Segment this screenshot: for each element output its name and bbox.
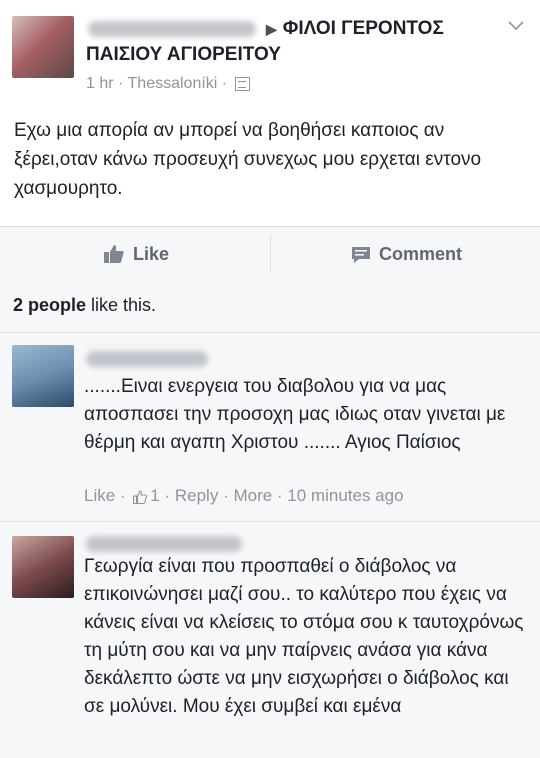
comment-like-count[interactable]: 1 (150, 486, 159, 506)
meta-separator: · (218, 486, 234, 505)
commenter-avatar[interactable] (12, 536, 74, 598)
likes-count[interactable]: 2 people (13, 295, 86, 315)
comment-button[interactable]: Comment (351, 227, 462, 281)
chevron-down-icon[interactable] (508, 18, 524, 36)
post-text: Εχω μια απορία αν μπορεί να βοηθήσει καπ… (14, 120, 482, 199)
group-name[interactable]: ΦΙΛΟΙ ΓΕΡΟΝΤΟΣ ΠΑΙΣΙΟΥ ΑΓΙΟΡΕΙΤΟΥ (86, 18, 444, 65)
post-location[interactable]: Thessaloníki (128, 75, 218, 92)
comment-text: Γεωργία είναι που προσπαθεί ο διάβολος ν… (84, 556, 524, 717)
commenter-name-blurred[interactable] (86, 536, 242, 552)
post-header: ▶ ΦΙΛΟΙ ΓΕΡΟΝΤΟΣ ΠΑΙΣΙΟΥ ΑΓΙΟΡΕΙΤΟΥ (86, 16, 506, 67)
likes-suffix: like this. (86, 295, 157, 315)
post-card: ▶ ΦΙΛΟΙ ΓΕΡΟΝΤΟΣ ΠΑΙΣΙΟΥ ΑΓΙΟΡΕΙΤΟΥ 1 hr … (0, 0, 540, 226)
small-like-icon (133, 489, 148, 505)
action-divider (270, 235, 271, 273)
comment: .......Ειναι ενεργεια του διαβολου για ν… (0, 333, 540, 522)
meta-separator: · (115, 486, 131, 505)
comment-meta: Like · 1 · Reply · More · 10 minutes ago (84, 486, 404, 506)
share-arrow-icon: ▶ (266, 21, 277, 37)
like-button[interactable]: Like (103, 227, 169, 281)
meta-separator: · (272, 486, 288, 505)
comment-text: .......Ειναι ενεργεια του διαβολου για ν… (84, 376, 506, 453)
comment-more-button[interactable]: More (233, 486, 272, 506)
action-bar: Like Comment (0, 226, 540, 282)
comment-time[interactable]: 10 minutes ago (287, 486, 403, 506)
like-label: Like (133, 243, 170, 264)
comment-reply-button[interactable]: Reply (175, 486, 218, 506)
author-avatar[interactable] (12, 16, 74, 78)
comment-bubble-icon (351, 246, 371, 263)
likes-summary-text[interactable]: 2 people like this. (13, 295, 156, 316)
likes-summary[interactable]: 2 people like this. (0, 281, 540, 333)
meta-separator: · (118, 75, 124, 92)
comment-label: Comment (379, 243, 463, 264)
globe-icon (234, 76, 250, 91)
thumbs-up-icon (103, 244, 125, 264)
post-time[interactable]: 1 hr (86, 75, 114, 92)
meta-separator: · (221, 75, 228, 92)
meta-separator: · (159, 486, 175, 505)
comment-like-button[interactable]: Like (84, 486, 115, 506)
commenter-name-blurred[interactable] (86, 351, 208, 367)
commenter-avatar[interactable] (12, 345, 74, 407)
comment: Γεωργία είναι που προσπαθεί ο διάβολος ν… (0, 522, 540, 758)
post-meta: 1 hr · Thessaloníki · (86, 75, 250, 93)
